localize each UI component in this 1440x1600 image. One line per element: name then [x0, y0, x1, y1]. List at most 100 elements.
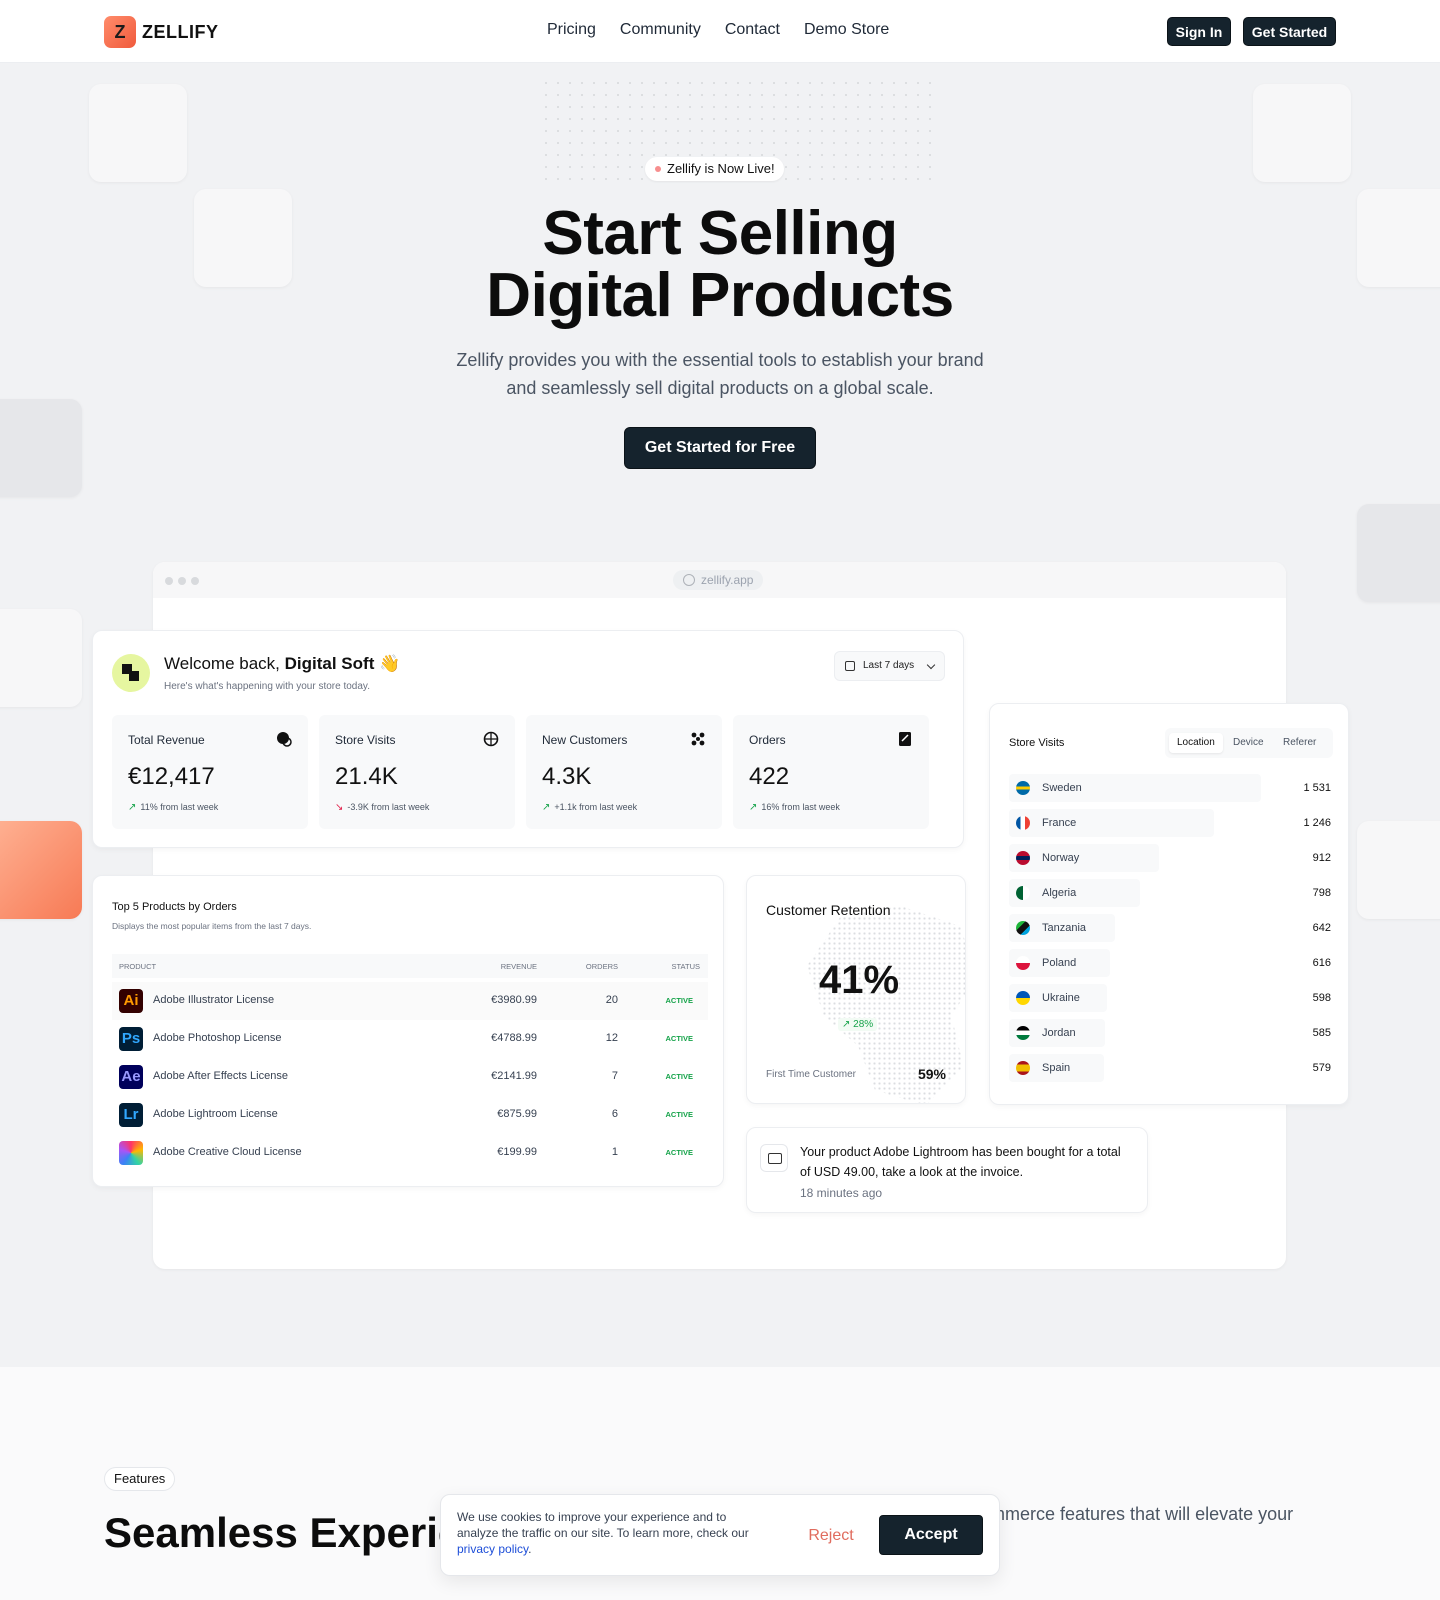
- stat-value: 4.3K: [542, 763, 592, 790]
- stat-value: 422: [749, 763, 790, 790]
- col-product: PRODUCT: [119, 962, 157, 971]
- reject-cookies-button[interactable]: Reject: [791, 1517, 871, 1555]
- cookie-message: We use cookies to improve your experienc…: [457, 1510, 749, 1540]
- visits-tabs: Location Device Referer: [1165, 728, 1333, 758]
- list-item: Sweden 1 531: [1009, 774, 1331, 802]
- stat-label: Orders: [749, 733, 786, 747]
- decor-tile: [0, 399, 82, 497]
- stat-label: Total Revenue: [128, 733, 205, 747]
- country-name: Sweden: [1042, 782, 1082, 794]
- tab-location[interactable]: Location: [1169, 733, 1223, 753]
- product-logo-icon: Ae: [119, 1065, 143, 1089]
- globe-icon: [683, 574, 695, 586]
- retention-title: Customer Retention: [766, 902, 891, 918]
- stat-card-store-visits: Store Visits 21.4K ↘ -3.9K from last week: [319, 715, 515, 829]
- product-name: Adobe Illustrator License: [153, 994, 275, 1006]
- visit-count: 598: [1312, 992, 1331, 1004]
- flag-icon: [1016, 956, 1030, 970]
- flag-icon: [1016, 1061, 1030, 1075]
- table-row[interactable]: Adobe Creative Cloud License €199.99 1 ACTI…: [112, 1134, 708, 1172]
- products-table-header: PRODUCT REVENUE ORDERS STATUS: [112, 954, 708, 978]
- trend-down-icon: ↘: [335, 802, 344, 813]
- table-row[interactable]: Ai Adobe Illustrator License €3980.99 20 ACT…: [112, 982, 708, 1020]
- retention-delta: ↗ 28%: [838, 1018, 878, 1031]
- hero-subtitle: Zellify provides you with the essential …: [420, 346, 1020, 402]
- features-badge: Features: [104, 1467, 176, 1491]
- product-logo-icon: Ai: [119, 989, 143, 1013]
- first-time-value: 59%: [917, 1066, 946, 1082]
- trend-up-icon: ↗: [749, 802, 758, 813]
- country-name: Jordan: [1042, 1027, 1076, 1039]
- nav-link-contact[interactable]: Contact: [725, 21, 780, 39]
- stat-label: New Customers: [542, 733, 628, 747]
- table-row[interactable]: Ps Adobe Photoshop License €4788.99 12 ACTIV…: [112, 1020, 708, 1058]
- product-logo-icon: Lr: [119, 1103, 143, 1127]
- country-name: Norway: [1042, 852, 1080, 864]
- nav-link-pricing[interactable]: Pricing: [547, 21, 596, 39]
- date-range-select[interactable]: Last 7 days: [834, 651, 945, 681]
- features-title: Seamless Experie: [104, 1509, 462, 1556]
- brand-logo[interactable]: Z ZELLIFY: [104, 16, 219, 48]
- product-orders: 20: [605, 994, 618, 1006]
- zellify-logo-icon: Z: [104, 16, 136, 48]
- get-started-button[interactable]: Get Started: [1243, 17, 1336, 46]
- get-started-free-button[interactable]: Get Started for Free: [624, 427, 816, 469]
- sign-in-button[interactable]: Sign In: [1167, 17, 1231, 46]
- col-orders: ORDERS: [585, 962, 618, 971]
- main-nav: Pricing Community Contact Demo Store: [547, 21, 889, 39]
- globe-icon: [483, 731, 499, 747]
- visit-count: 1 246: [1303, 817, 1331, 829]
- flag-icon: [1016, 921, 1030, 935]
- list-item: Poland 616: [1009, 949, 1331, 977]
- retention-delta-value: 28%: [853, 1019, 874, 1030]
- visit-count: 579: [1312, 1062, 1331, 1074]
- nav-link-demo-store[interactable]: Demo Store: [804, 21, 889, 39]
- stat-label: Store Visits: [335, 733, 396, 747]
- stat-delta-text: 16% from last week: [761, 802, 840, 812]
- product-logo-icon: [119, 1141, 143, 1165]
- accept-cookies-button[interactable]: Accept: [879, 1515, 983, 1555]
- window-dot-icon: [191, 577, 199, 585]
- stat-delta: ↗ 11% from last week: [128, 802, 218, 813]
- table-row[interactable]: Ae Adobe After Effects License €2141.99 7 AC…: [112, 1058, 708, 1096]
- decor-tile-orange: [0, 821, 82, 919]
- purchase-notification[interactable]: Your product Adobe Lightroom has been bo…: [746, 1127, 1148, 1213]
- decor-tile: [1357, 821, 1440, 919]
- stat-delta-text: 11% from last week: [140, 802, 219, 812]
- table-row[interactable]: Lr Adobe Lightroom License €875.99 6 ACTIVE: [112, 1096, 708, 1134]
- coin-icon: [276, 731, 292, 747]
- nav-link-community[interactable]: Community: [620, 21, 701, 39]
- decor-tile: [1253, 84, 1351, 182]
- product-logo-icon: Ps: [119, 1027, 143, 1051]
- greeting-prefix: Welcome back,: [164, 654, 280, 673]
- tab-device[interactable]: Device: [1225, 733, 1272, 753]
- url-text: zellify.app: [701, 573, 754, 587]
- products-title: Top 5 Products by Orders: [112, 901, 237, 913]
- visit-bar: [1009, 809, 1214, 837]
- url-bar: zellify.app: [673, 570, 764, 590]
- flag-icon: [1016, 991, 1030, 1005]
- country-name: France: [1042, 817, 1077, 829]
- features-subtitle: mmerce features that will elevate your: [990, 1504, 1294, 1524]
- live-dot-icon: [655, 166, 661, 172]
- hero-title: Start Selling Digital Products: [0, 203, 1440, 327]
- notification-text: Your product Adobe Lightroom has been bo…: [800, 1145, 1121, 1179]
- hero-title-line1: Start Selling: [542, 199, 898, 268]
- country-name: Poland: [1042, 957, 1077, 969]
- privacy-policy-link[interactable]: privacy policy: [457, 1542, 528, 1556]
- stat-card-new-customers: New Customers 4.3K ↗ +1.1k from last week: [526, 715, 722, 829]
- live-badge-text: Zellify is Now Live!: [667, 161, 775, 176]
- receipt-icon: [897, 731, 913, 747]
- country-name: Tanzania: [1042, 922, 1087, 934]
- list-item: Norway 912: [1009, 844, 1331, 872]
- country-name: Algeria: [1042, 887, 1077, 899]
- stat-delta-text: +1.1k from last week: [554, 802, 638, 812]
- date-range-value: Last 7 days: [863, 660, 915, 671]
- brand-name: ZELLIFY: [142, 21, 219, 42]
- welcome-card: Welcome back, Digital Soft 👋 Here's what…: [92, 630, 964, 848]
- product-revenue: €4788.99: [491, 1032, 537, 1044]
- top-products-card: Top 5 Products by Orders Displays the mo…: [92, 875, 724, 1187]
- hero-subtitle-line1: Zellify provides you with the essential …: [456, 350, 984, 370]
- retention-value: 41%: [819, 958, 900, 1002]
- tab-referer[interactable]: Referer: [1275, 733, 1324, 753]
